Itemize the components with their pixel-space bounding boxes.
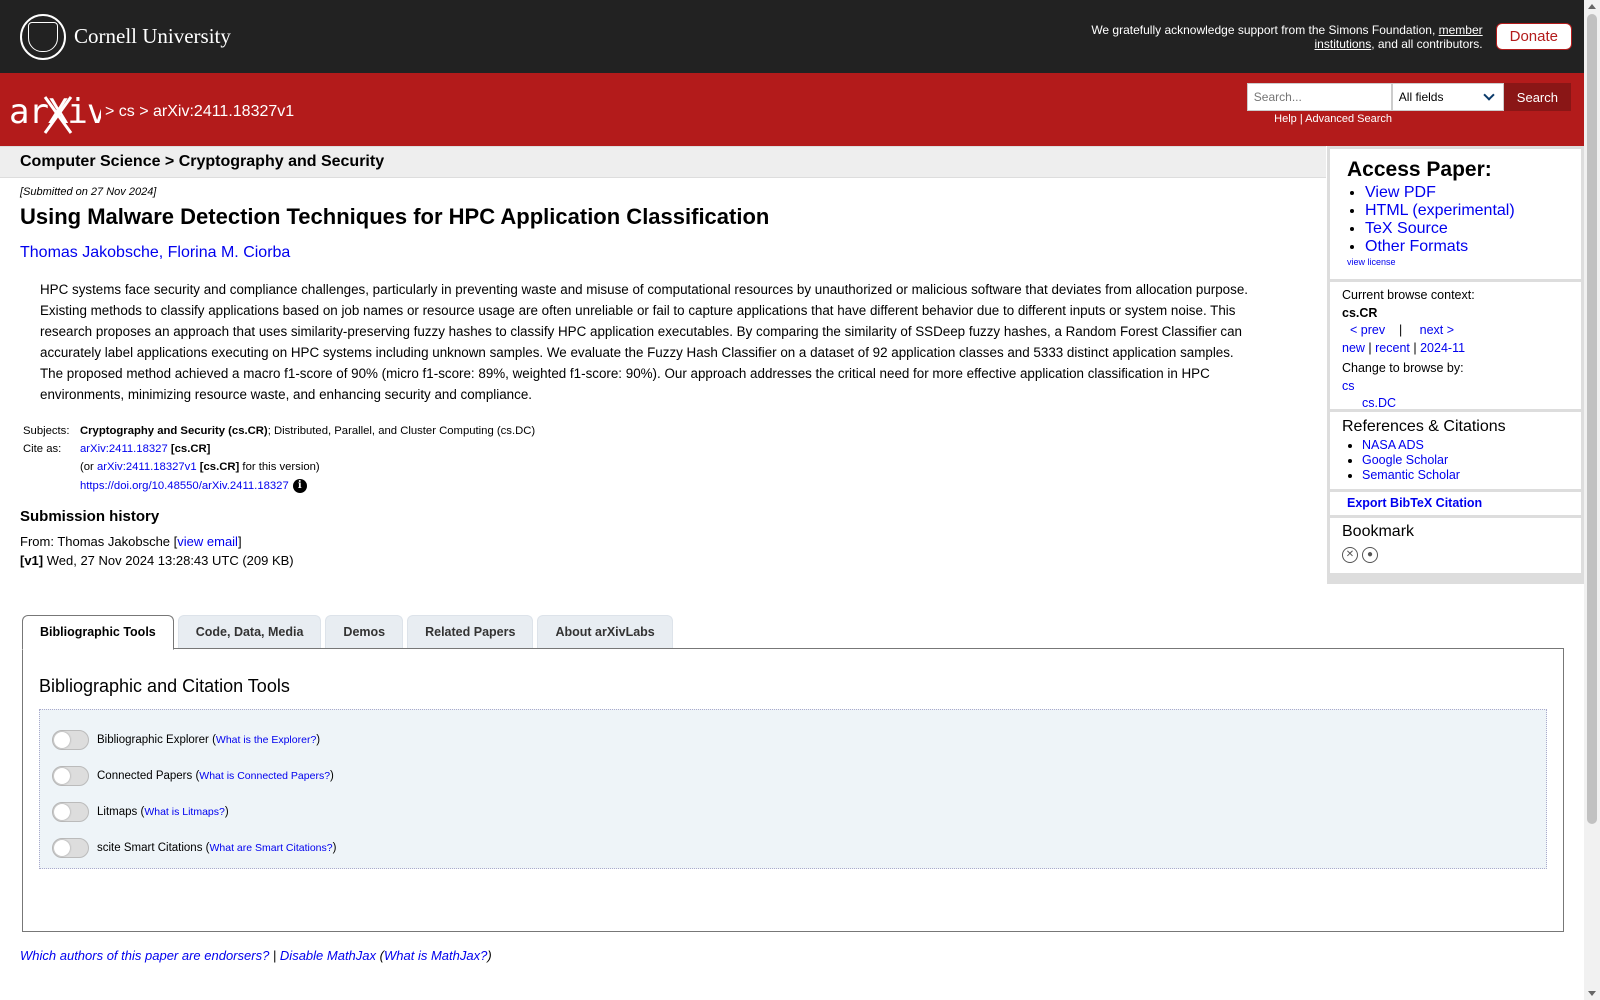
cornell-logo[interactable]: Cornell University (20, 13, 231, 60)
tab-bibliographic-tools[interactable]: Bibliographic Tools (22, 615, 174, 650)
version-tag: [v1] (20, 553, 44, 568)
cite-label: Cite as: (23, 443, 62, 455)
arxiv-abstract-page: Cornell University We gratefully acknowl… (0, 0, 1584, 1000)
cornell-header: Cornell University We gratefully acknowl… (0, 0, 1584, 73)
cite-version: (or arXiv:2411.18327v1 [cs.CR] for this … (80, 461, 320, 473)
access-paper-title: Access Paper: (1347, 158, 1492, 181)
tab-panel: Bibliographic and Citation Tools Bibliog… (22, 648, 1564, 932)
paper-abstract: HPC systems face security and compliance… (40, 282, 1248, 402)
search-button[interactable]: Search (1503, 83, 1571, 111)
footer-links: Which authors of this paper are endorser… (20, 948, 492, 963)
panel-title: Bibliographic and Citation Tools (39, 676, 290, 696)
reddit-icon[interactable]: ● (1362, 547, 1378, 563)
scroll-up-icon[interactable] (1588, 4, 1596, 9)
nasa-ads-link[interactable]: NASA ADS (1362, 438, 1424, 452)
breadcrumb[interactable]: > cs > arXiv:2411.18327v1 (105, 103, 294, 121)
references-title: References & Citations (1342, 418, 1506, 435)
paper-authors[interactable]: Thomas Jakobsche, Florina M. Ciorba (0, 230, 1326, 262)
paper-title: Using Malware Detection Techniques for H… (20, 204, 770, 229)
subjects-label: Subjects: (23, 425, 70, 437)
browse-context: cs.CR (1342, 305, 1378, 320)
tool-row: Connected Papers (What is Connected Pape… (52, 758, 1534, 794)
subject-heading: Computer Science > Cryptography and Secu… (0, 146, 1326, 178)
search-input[interactable] (1246, 83, 1392, 111)
advanced-search-link[interactable]: Advanced Search (1305, 113, 1392, 125)
metadata-table: Subjects: Cryptography and Security (cs.… (20, 422, 538, 496)
cornell-seal-icon (20, 13, 66, 60)
tool-row: scite Smart Citations (What are Smart Ci… (52, 830, 1534, 866)
tab-demos[interactable]: Demos (325, 615, 404, 648)
tab-related-papers[interactable]: Related Papers (407, 615, 534, 648)
tab-about-arxivlabs[interactable]: About arXivLabs (537, 615, 673, 648)
html-link[interactable]: HTML (experimental) (1365, 202, 1515, 219)
chevron-down-icon (1483, 89, 1495, 101)
tab-code-data-media[interactable]: Code, Data, Media (177, 615, 322, 648)
export-bibtex-link[interactable]: Export BibTeX Citation (1347, 496, 1482, 510)
bibliographic-explorer-toggle[interactable] (52, 730, 89, 750)
labs-tabs: Bibliographic Tools Code, Data, Media De… (22, 615, 673, 650)
explorer-info-link[interactable]: What is the Explorer? (216, 734, 316, 746)
doi-row: https://doi.org/10.48550/arXiv.2411.1832… (77, 476, 538, 496)
submission-history-heading: Submission history (20, 508, 160, 525)
endorsers-link[interactable]: Which authors of this paper are endorser… (20, 948, 269, 963)
bibtex-box: Export BibTeX Citation (1330, 492, 1581, 515)
browse-context-box: Current browse context: cs.CR < prev | n… (1330, 282, 1581, 410)
what-is-mathjax-link[interactable]: What is MathJax? (384, 948, 487, 963)
submission-date: [Submitted on 27 Nov 2024] (20, 186, 157, 198)
cite-id-link[interactable]: arXiv:2411.18327 (80, 443, 168, 455)
new-link[interactable]: new (1342, 341, 1365, 355)
bookmark-box: Bookmark ✕ ● (1330, 518, 1581, 573)
arxiv-header: arXiv > cs > arXiv:2411.18327v1 All fiel… (0, 73, 1584, 146)
access-paper-box: Access Paper: View PDF HTML (experimenta… (1330, 149, 1581, 279)
view-license-link[interactable]: view license (1347, 257, 1564, 267)
main-content: Computer Science > Cryptography and Secu… (0, 146, 1326, 570)
acknowledgement-text: We gratefully acknowledge support from t… (1091, 22, 1483, 51)
submission-history: From: Thomas Jakobsche [view email] [v1]… (20, 534, 294, 568)
cite-version-link[interactable]: arXiv:2411.18327v1 (97, 461, 197, 473)
subjects-value: Cryptography and Security (cs.CR); Distr… (80, 425, 536, 437)
scite-info-link[interactable]: What are Smart Citations? (209, 842, 332, 854)
cite-value: arXiv:2411.18327 [cs.CR] (80, 443, 211, 455)
other-formats-link[interactable]: Other Formats (1365, 238, 1468, 255)
tool-row: Litmaps (What is Litmaps?) (52, 794, 1534, 830)
donate-button[interactable]: Donate (1495, 23, 1572, 50)
help-links: Help | Advanced Search (1274, 113, 1392, 125)
cornell-name: Cornell University (74, 24, 231, 48)
bibsonomy-icon[interactable]: ✕ (1342, 547, 1358, 563)
help-link[interactable]: Help (1274, 113, 1297, 125)
info-icon[interactable]: i (292, 479, 307, 493)
scroll-down-icon[interactable] (1588, 991, 1596, 996)
arxiv-logo[interactable]: arXiv (9, 92, 107, 143)
month-link[interactable]: 2024-11 (1420, 341, 1465, 355)
browse-csdc-link[interactable]: cs.DC (1362, 396, 1396, 410)
scroll-thumb[interactable] (1587, 14, 1597, 824)
connected-papers-info-link[interactable]: What is Connected Papers? (199, 770, 330, 782)
tools-list: Bibliographic Explorer (What is the Expl… (39, 709, 1547, 869)
semantic-scholar-link[interactable]: Semantic Scholar (1362, 468, 1460, 482)
tool-row: Bibliographic Explorer (What is the Expl… (52, 722, 1534, 758)
browse-cs-link[interactable]: cs (1342, 379, 1355, 393)
bookmark-title: Bookmark (1342, 523, 1415, 540)
search-form: All fields Search (1246, 83, 1571, 111)
references-box: References & Citations NASA ADS Google S… (1330, 412, 1581, 489)
connected-papers-toggle[interactable] (52, 766, 89, 786)
litmaps-toggle[interactable] (52, 802, 89, 822)
view-pdf-link[interactable]: View PDF (1365, 184, 1436, 201)
page-scrollbar[interactable] (1584, 0, 1600, 1000)
arxiv-logo-icon: arXiv (9, 92, 107, 134)
sidebar: Access Paper: View PDF HTML (experimenta… (1327, 146, 1584, 584)
next-link[interactable]: next > (1420, 323, 1454, 337)
search-field-select[interactable]: All fields (1391, 83, 1504, 111)
doi-link[interactable]: https://doi.org/10.48550/arXiv.2411.1832… (80, 480, 289, 492)
view-email-link[interactable]: view email (177, 534, 238, 549)
recent-link[interactable]: recent (1375, 341, 1410, 355)
prev-link[interactable]: < prev (1350, 323, 1385, 337)
scite-toggle[interactable] (52, 838, 89, 858)
litmaps-info-link[interactable]: What is Litmaps? (144, 806, 225, 818)
disable-mathjax-link[interactable]: Disable MathJax (280, 948, 376, 963)
google-scholar-link[interactable]: Google Scholar (1362, 453, 1448, 467)
tex-source-link[interactable]: TeX Source (1365, 220, 1448, 237)
